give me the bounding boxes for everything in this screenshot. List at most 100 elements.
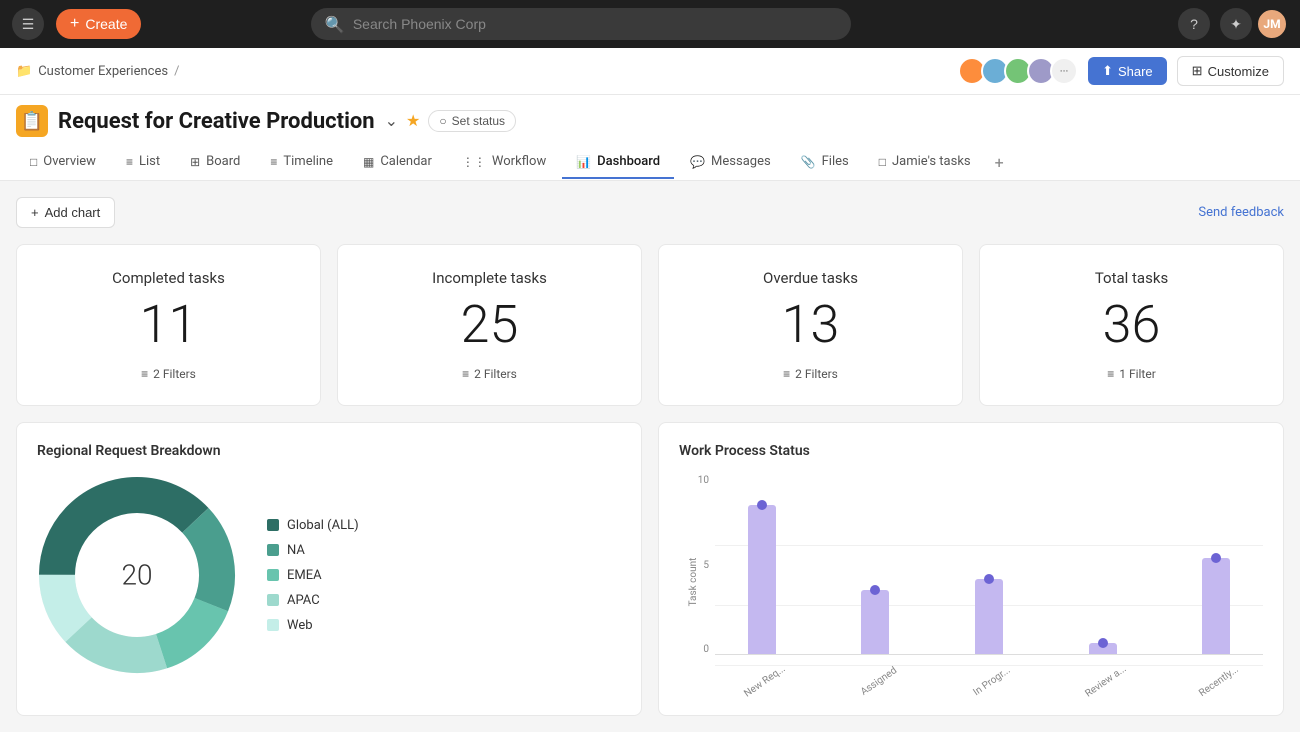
- plus-icon: +: [70, 15, 79, 33]
- tab-timeline-label: Timeline: [283, 154, 333, 169]
- send-feedback-link[interactable]: Send feedback: [1198, 205, 1284, 220]
- stat-filter-1[interactable]: ≡ 2 Filters: [362, 367, 617, 381]
- user-avatar[interactable]: JM: [1256, 8, 1288, 40]
- title-actions: ⌄ ★ ○ Set status: [385, 110, 516, 132]
- bar-group: [1056, 643, 1150, 654]
- search-bar: 🔍: [311, 8, 851, 40]
- starred-button[interactable]: ✦: [1220, 8, 1252, 40]
- list-icon: ≡: [126, 155, 133, 169]
- calendar-icon: ▦: [363, 155, 374, 169]
- add-chart-button[interactable]: + Add chart: [16, 197, 115, 228]
- tab-files-label: Files: [822, 154, 849, 169]
- donut-container: 20 Global (ALL)NAEMEAAPACWeb: [37, 475, 621, 675]
- search-icon: 🔍: [325, 15, 345, 34]
- tab-jamies-tasks[interactable]: □ Jamie's tasks: [865, 146, 985, 179]
- donut-center-value: 20: [121, 559, 152, 592]
- bar-dot: [1098, 638, 1108, 648]
- create-button[interactable]: + Create: [56, 9, 141, 39]
- stat-value-1: 25: [362, 299, 617, 351]
- tabs: □ Overview ≡ List ⊞ Board ≡ Timeline ▦ C…: [16, 145, 1284, 180]
- create-label: Create: [85, 16, 127, 32]
- star-icon: ✦: [1230, 16, 1242, 33]
- legend-dot: [267, 594, 279, 606]
- breadcrumb: 📁 Customer Experiences /: [16, 64, 179, 79]
- legend-item: Global (ALL): [267, 518, 359, 533]
- bar-chart-container: Task count New Req...AssignedIn Progr...…: [679, 475, 1263, 695]
- regional-chart-card: Regional Request Breakdown 20 Global (AL…: [16, 422, 642, 716]
- more-members-button[interactable]: ···: [1050, 57, 1078, 85]
- work-process-chart-title: Work Process Status: [679, 443, 1263, 459]
- chart-legend: Global (ALL)NAEMEAAPACWeb: [267, 518, 359, 633]
- tab-timeline[interactable]: ≡ Timeline: [256, 146, 347, 179]
- member-avatars: ···: [963, 57, 1078, 85]
- title-chevron-button[interactable]: ⌄: [385, 111, 398, 131]
- search-input[interactable]: [353, 16, 837, 32]
- stat-label-0: Completed tasks: [41, 269, 296, 287]
- customize-button[interactable]: ⊞ Customize: [1177, 56, 1284, 86]
- tab-board[interactable]: ⊞ Board: [176, 146, 254, 179]
- timeline-icon: ≡: [270, 155, 277, 169]
- tab-list[interactable]: ≡ List: [112, 146, 174, 179]
- action-bar: + Add chart Send feedback: [16, 197, 1284, 228]
- send-feedback-label: Send feedback: [1198, 205, 1284, 220]
- tab-messages[interactable]: 💬 Messages: [676, 146, 785, 179]
- help-icon: ?: [1190, 16, 1198, 32]
- star-filled-icon: ★: [406, 113, 420, 130]
- filter-icon: ≡: [783, 367, 790, 381]
- tab-workflow[interactable]: ⋮⋮ Workflow: [448, 146, 560, 179]
- bar-label: New Req...: [723, 650, 806, 713]
- bar-dot: [984, 574, 994, 584]
- favorite-button[interactable]: ★: [406, 111, 420, 131]
- stat-label-1: Incomplete tasks: [362, 269, 617, 287]
- tab-workflow-label: Workflow: [492, 154, 546, 169]
- tab-board-label: Board: [206, 154, 240, 169]
- stat-value-2: 13: [683, 299, 938, 351]
- tab-overview[interactable]: □ Overview: [16, 146, 110, 179]
- customize-label: Customize: [1208, 64, 1269, 79]
- bar: [748, 505, 776, 654]
- status-label: Set status: [452, 114, 505, 128]
- donut-chart: 20: [37, 475, 237, 675]
- hamburger-button[interactable]: ☰: [12, 8, 44, 40]
- chevron-down-icon: ⌄: [385, 113, 398, 130]
- help-button[interactable]: ?: [1178, 8, 1210, 40]
- files-icon: 📎: [801, 155, 816, 169]
- legend-item: Web: [267, 618, 359, 633]
- jamies-tasks-icon: □: [879, 155, 886, 169]
- breadcrumb-parent[interactable]: Customer Experiences: [38, 64, 168, 79]
- charts-row: Regional Request Breakdown 20 Global (AL…: [16, 422, 1284, 716]
- tab-files[interactable]: 📎 Files: [787, 146, 863, 179]
- tab-jamies-tasks-label: Jamie's tasks: [892, 154, 971, 169]
- tab-calendar[interactable]: ▦ Calendar: [349, 146, 446, 179]
- add-chart-label: Add chart: [45, 205, 101, 220]
- stat-filter-3[interactable]: ≡ 1 Filter: [1004, 367, 1259, 381]
- legend-item: APAC: [267, 593, 359, 608]
- stat-value-3: 36: [1004, 299, 1259, 351]
- stat-filter-2[interactable]: ≡ 2 Filters: [683, 367, 938, 381]
- status-circle-icon: ○: [439, 114, 446, 128]
- top-nav: ☰ + Create 🔍 ? ✦ JM: [0, 0, 1300, 48]
- bar: [1089, 643, 1117, 654]
- regional-chart-title: Regional Request Breakdown: [37, 443, 621, 459]
- customize-icon: ⊞: [1192, 63, 1203, 79]
- add-tab-button[interactable]: +: [987, 145, 1012, 180]
- bar-group: [1169, 558, 1263, 654]
- stat-card-3: Total tasks 36 ≡ 1 Filter: [979, 244, 1284, 406]
- tab-messages-label: Messages: [711, 154, 771, 169]
- tab-calendar-label: Calendar: [380, 154, 432, 169]
- board-icon: ⊞: [190, 155, 200, 169]
- messages-icon: 💬: [690, 155, 705, 169]
- legend-item: NA: [267, 543, 359, 558]
- hamburger-icon: ☰: [22, 16, 35, 33]
- filter-icon: ≡: [462, 367, 469, 381]
- overview-icon: □: [30, 155, 37, 169]
- share-button[interactable]: ⬆ Share: [1088, 57, 1167, 85]
- tab-dashboard[interactable]: 📊 Dashboard: [562, 146, 674, 179]
- stat-filter-0[interactable]: ≡ 2 Filters: [41, 367, 296, 381]
- add-chart-icon: +: [31, 205, 39, 220]
- tab-dashboard-label: Dashboard: [597, 154, 660, 169]
- bar-label: Assigned: [837, 650, 920, 713]
- nav-right: ? ✦ JM: [1178, 8, 1288, 40]
- set-status-button[interactable]: ○ Set status: [428, 110, 516, 132]
- bar-group: [829, 590, 923, 654]
